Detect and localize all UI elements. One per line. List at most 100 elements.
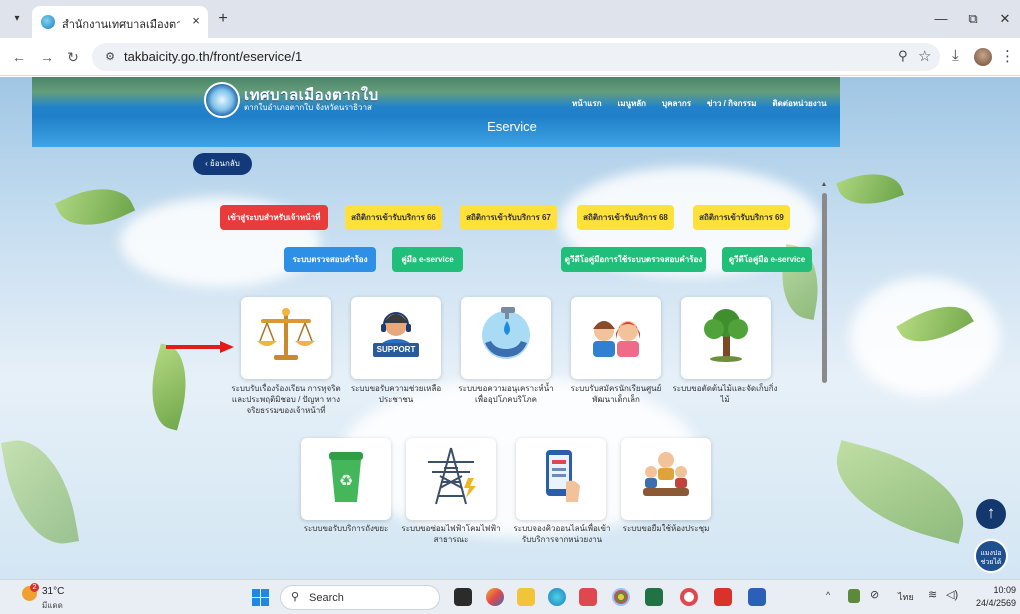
site-header: เทศบาลเมืองตากใบ ตากใบอำเภอตากใบ จังหวัด… [32,77,840,147]
close-window-button[interactable]: ✕ [994,8,1016,30]
service-label-complaint[interactable]: ระบบรับเรื่องร้องเรียน การทุจริตและประพฤ… [228,383,344,416]
task-view-icon[interactable] [454,588,472,606]
tree-icon [704,309,748,362]
nav-news[interactable]: ข่าว / กิจกรรม [707,97,756,111]
service-card-support[interactable]: SUPPORT [351,297,441,379]
support-icon-text: SUPPORT [376,345,416,354]
windows-taskbar: 2 31°C มีแดด ⚲ Search ^ ⊘ ไทย ≋ ◁) 10:09… [0,579,1020,614]
scroll-up-arrow-icon[interactable]: ▲ [820,181,828,189]
nav-personnel[interactable]: บุคลากร [662,97,691,111]
clock-date[interactable]: 24/4/2569 [966,598,1016,608]
back-arrow-icon[interactable]: ← [10,48,28,66]
staff-login-button[interactable]: เข้าสู่ระบบสำหรับเจ้าหน้าที่ [220,205,328,230]
forward-arrow-icon[interactable]: → [38,48,56,66]
acrobat-app-icon[interactable] [714,588,732,606]
mute-icon[interactable]: ⊘ [870,588,879,601]
service-label-tree[interactable]: ระบบขอตัดต้นไม้และจัดเก็บกิ่งไม้ [670,383,780,405]
weather-notification-badge: 2 [30,583,39,592]
weather-temperature[interactable]: 31°C [42,586,64,597]
back-button[interactable]: ‹ ย้อนกลับ [193,153,252,175]
leaf-decoration [835,162,905,216]
tab-close-icon[interactable]: × [188,12,204,30]
service-label-queue[interactable]: ระบบจองคิวออนไลน์เพื่อเข้ารับบริการจากหน… [510,523,614,545]
support-agent-icon [373,312,419,357]
video-manual-check-request-button[interactable]: ดูวีดีโอคู่มือการใช้ระบบตรวจสอบคำร้อง [561,247,706,272]
wifi-icon[interactable]: ≋ [928,588,937,601]
widgets-app-icon[interactable] [486,588,504,606]
scroll-to-top-button[interactable]: ↑ [976,499,1006,529]
zoom-icon[interactable]: ⚲ [898,48,908,64]
browser-tab[interactable]: สำนักงานเทศบาลเมืองตาคลีใบ 435 ห × [32,6,208,38]
url-text[interactable]: takbaicity.go.th/front/eservice/1 [124,49,302,64]
media-app-icon[interactable] [579,588,597,606]
eservice-manual-button[interactable]: คู่มือ e-service [392,247,463,272]
service-card-complaint[interactable] [241,297,331,379]
check-request-button[interactable]: ระบบตรวจสอบคำร้อง [284,247,376,272]
service-label-water[interactable]: ระบบขอความอนุเคราะห์น้ำเพื่ออุปโภคบริโภค [455,383,557,405]
taskbar-search-box[interactable]: ⚲ Search [280,585,440,610]
service-label-trash-bin[interactable]: ระบบขอรับบริการถังขยะ [296,523,396,534]
service-label-electric[interactable]: ระบบขอซ่อมไฟฟ้าโคมไฟฟ้าสาธารณะ [398,523,504,545]
new-tab-button[interactable]: + [214,10,232,28]
video-manual-eservice-button[interactable]: ดูวีดีโอคู่มือ e-service [722,247,812,272]
minimize-button[interactable]: — [930,8,952,30]
browser-toolbar: ← → ↻ ⚙ takbaicity.go.th/front/eservice/… [0,38,1020,76]
volume-icon[interactable]: ◁) [946,588,958,601]
restore-button[interactable]: ⧉ [962,8,984,30]
nav-contact[interactable]: ติดต่อหน่วยงาน [772,97,826,111]
tray-app-icon[interactable] [848,589,860,603]
water-hands-icon [482,307,530,359]
municipality-seal-logo[interactable] [204,82,240,118]
service-card-queue[interactable] [516,438,606,520]
service-card-electric[interactable] [406,438,496,520]
stats-69-button[interactable]: สถิติการเข้ารับบริการ 69 [693,205,790,230]
tab-search-dropdown-icon[interactable]: ▾ [8,10,26,28]
power-tower-icon [428,447,476,505]
service-card-water[interactable] [461,297,551,379]
windows-start-button[interactable] [252,589,269,606]
scrollbar-thumb[interactable] [822,193,827,383]
leaf-decoration [140,343,198,431]
site-info-icon[interactable]: ⚙ [102,49,118,65]
assistant-chat-button[interactable]: แมงปอ ช่วยได้ [974,539,1008,573]
service-card-tree[interactable] [681,297,771,379]
bookmark-star-icon[interactable]: ☆ [918,47,931,65]
stats-66-button[interactable]: สถิติการเข้ารับบริการ 66 [345,205,442,230]
file-explorer-icon[interactable] [517,588,535,606]
site-logo-subtitle: ตากใบอำเภอตากใบ จังหวัดนราธิวาส [244,103,372,112]
search-icon: ⚲ [291,591,300,603]
top-navigation: หน้าแรก เมนูหลัก บุคลากร ข่าว / กิจกรรม … [572,97,827,111]
service-card-meeting-room[interactable] [621,438,711,520]
tab-title: สำนักงานเทศบาลเมืองตาคลีใบ 435 ห [62,19,180,31]
browser-menu-icon[interactable]: ⋮ [1000,47,1015,65]
page-title: Eservice [487,119,537,134]
tray-expand-icon[interactable]: ^ [826,590,830,600]
svg-text:♻: ♻ [339,471,353,490]
stats-68-button[interactable]: สถิติการเข้ารับบริการ 68 [577,205,674,230]
nav-home[interactable]: หน้าแรก [572,97,602,111]
profile-avatar-icon[interactable] [974,48,992,66]
service-label-meeting-room[interactable]: ระบบขอยืมใช้ห้องประชุม [618,523,714,534]
download-icon[interactable]: ⤓ [952,47,959,64]
chrome-browser-icon[interactable] [612,588,630,606]
service-label-support[interactable]: ระบบขอรับความช่วยเหลือประชาชน [345,383,447,405]
scales-icon [257,308,315,360]
service-card-trash-bin[interactable]: ♻ [301,438,391,520]
reload-icon[interactable]: ↻ [64,48,82,66]
opera-browser-icon[interactable] [680,588,698,606]
phone-queue-icon [546,450,580,502]
excel-app-icon[interactable] [645,588,663,606]
clock-time[interactable]: 10:09 [976,585,1016,595]
stats-67-button[interactable]: สถิติการเข้ารับบริการ 67 [460,205,557,230]
red-pointer-arrow [166,341,234,353]
service-card-childcare[interactable] [571,297,661,379]
word-app-icon[interactable] [748,588,766,606]
nav-main-menu[interactable]: เมนูหลัก [618,97,647,111]
edge-browser-icon[interactable] [548,588,566,606]
service-label-childcare[interactable]: ระบบรับสมัครนักเรียนศูนย์พัฒนาเด็กเล็ก [565,383,667,405]
language-indicator[interactable]: ไทย [898,590,914,604]
leaf-decoration [823,440,977,544]
address-bar[interactable]: ⚙ takbaicity.go.th/front/eservice/1 ⚲ ☆ [92,43,940,71]
leaf-decoration [0,432,80,552]
weather-condition[interactable]: มีแดด [42,599,63,612]
